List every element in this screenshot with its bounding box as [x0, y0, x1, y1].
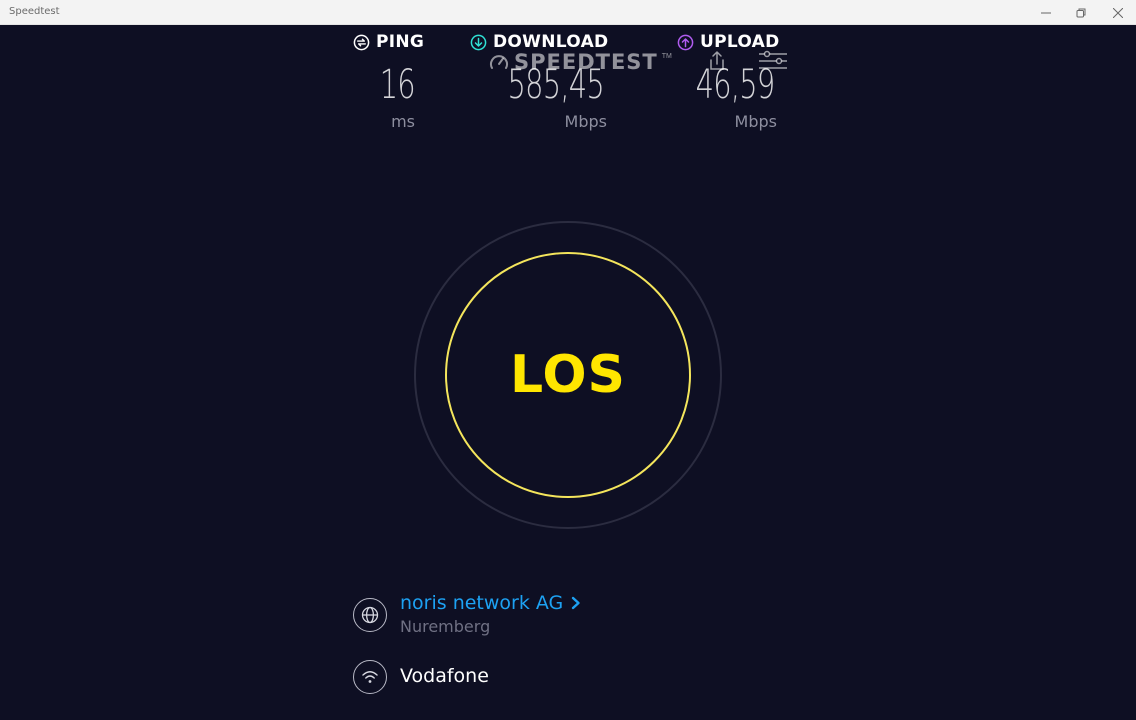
minimize-icon — [1041, 12, 1051, 13]
chevron-right-icon — [572, 596, 580, 610]
upload-metric: UPLOAD 46,59 Mbps — [677, 32, 787, 131]
connection-icon-wrap — [353, 660, 387, 694]
share-icon — [710, 51, 724, 70]
go-button[interactable]: LOS — [445, 252, 691, 498]
upload-label: UPLOAD — [700, 32, 780, 52]
download-metric: DOWNLOAD 585,45 Mbps — [470, 32, 620, 131]
speedtest-logo: SPEEDTEST TM — [488, 50, 672, 74]
ping-label: PING — [376, 32, 425, 52]
minimize-button[interactable] — [1028, 0, 1064, 25]
restore-button[interactable] — [1063, 0, 1099, 25]
isp-name: Vodafone — [400, 665, 489, 687]
logo-text: SPEEDTEST — [514, 50, 658, 74]
close-icon — [1113, 7, 1123, 18]
go-button-label: LOS — [510, 345, 626, 405]
server-location: Nuremberg — [400, 617, 491, 636]
download-arrow-icon — [470, 34, 487, 50]
upload-unit: Mbps — [734, 112, 777, 131]
ping-metric: PING 16 ms — [353, 32, 433, 131]
logo-trademark: TM — [661, 53, 672, 60]
restore-icon — [1076, 8, 1086, 17]
share-button[interactable] — [707, 50, 727, 77]
download-unit: Mbps — [564, 112, 607, 131]
window-title: Speedtest — [9, 6, 60, 17]
server-button[interactable] — [353, 598, 387, 632]
server-name: noris network AG — [400, 592, 564, 614]
ping-value: 16 — [379, 62, 416, 108]
speedtest-app: PING 16 ms DOWNLOAD 585,45 Mbps UPLOAD 4… — [0, 26, 1136, 720]
ping-unit: ms — [391, 112, 415, 131]
upload-header: UPLOAD — [677, 32, 787, 52]
upload-arrow-icon — [677, 34, 694, 50]
globe-icon — [361, 606, 379, 624]
server-name-link[interactable]: noris network AG — [400, 592, 581, 614]
download-header: DOWNLOAD — [470, 32, 620, 52]
wifi-icon — [362, 671, 378, 683]
speedometer-icon — [490, 55, 508, 69]
ping-icon — [353, 34, 370, 50]
settings-button[interactable] — [757, 50, 789, 77]
download-label: DOWNLOAD — [493, 32, 609, 52]
settings-sliders-icon — [759, 50, 787, 69]
ping-header: PING — [353, 32, 433, 52]
title-bar: Speedtest — [0, 0, 1136, 25]
close-button[interactable] — [1100, 0, 1136, 25]
